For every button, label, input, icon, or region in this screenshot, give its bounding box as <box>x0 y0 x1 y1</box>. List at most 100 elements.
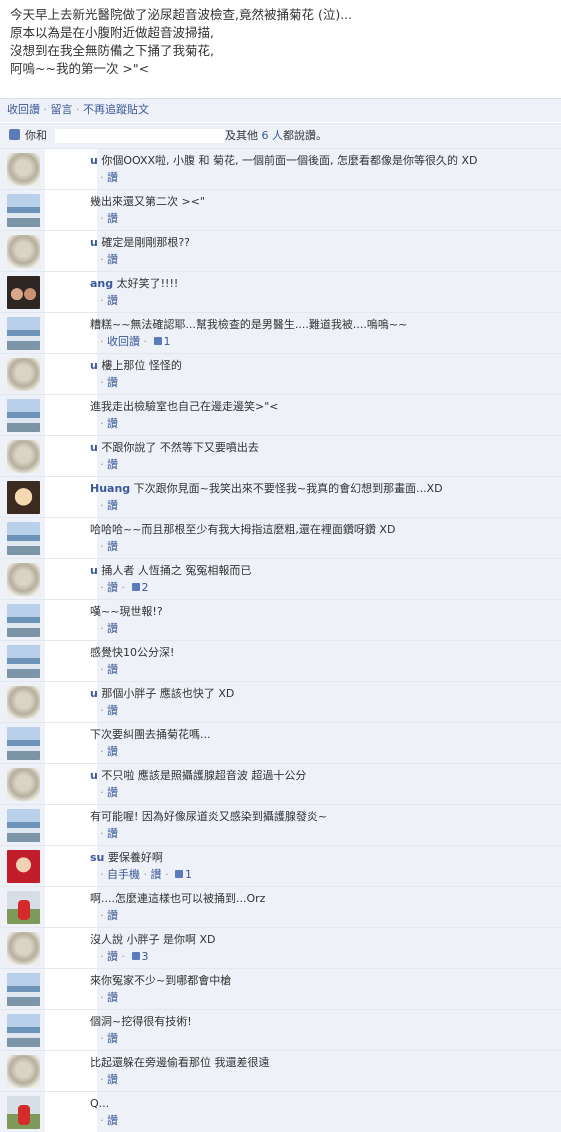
avatar[interactable] <box>7 235 40 268</box>
like-link[interactable]: 讚 <box>107 417 118 430</box>
like-count[interactable]: 1 <box>164 335 171 348</box>
like-link[interactable]: 讚 <box>107 212 118 225</box>
avatar[interactable] <box>7 891 40 924</box>
comment-meta: · 讚 <box>100 293 118 308</box>
avatar[interactable] <box>7 809 40 842</box>
comment-body: 下次要糾團去捅菊花嗎... <box>90 727 551 742</box>
avatar[interactable] <box>7 563 40 596</box>
separator-dot: · <box>100 212 107 225</box>
like-link[interactable]: 讚 <box>107 909 118 922</box>
comment-meta: · 讚 <box>100 826 118 841</box>
like-link[interactable]: 讚 <box>107 1114 118 1127</box>
avatar[interactable] <box>7 276 40 309</box>
like-link[interactable]: 讚 <box>151 868 162 881</box>
likes-and-others: 及其他 <box>225 129 258 142</box>
withdraw-like-link[interactable]: 收回讚 <box>7 103 40 116</box>
like-link[interactable]: 讚 <box>107 253 118 266</box>
comment-meta: · 讚 <box>100 744 118 759</box>
separator-dot: · <box>100 909 107 922</box>
avatar[interactable] <box>7 317 40 350</box>
comment-text: 要保養好啊 <box>107 851 163 864</box>
comment-meta: · 讚 <box>100 416 118 431</box>
comment-item: su 要保養好啊 · 自手機 · 讚 · 1 <box>0 845 561 886</box>
unfollow-link[interactable]: 不再追蹤貼文 <box>83 103 149 116</box>
comment-meta: · 讚 · 2 <box>100 580 149 595</box>
like-link[interactable]: 讚 <box>107 950 118 963</box>
like-link[interactable]: 讚 <box>107 704 118 717</box>
like-count[interactable]: 3 <box>142 950 149 963</box>
comment-body: 糟糕~~無法確認耶...幫我檢查的是男醫生....難道我被....嗚嗚~~ <box>90 317 551 332</box>
like-link[interactable]: 讚 <box>107 171 118 184</box>
separator-dot: · <box>100 950 107 963</box>
comment-body: 嘆~~現世報!? <box>90 604 551 619</box>
commenter-name[interactable]: u <box>90 687 98 700</box>
comment-item: Q... · 讚 <box>0 1091 561 1132</box>
avatar[interactable] <box>7 399 40 432</box>
commenter-name[interactable]: u <box>90 769 98 782</box>
like-link[interactable]: 讚 <box>107 663 118 676</box>
commenter-name[interactable]: Huang <box>90 482 130 495</box>
commenter-name[interactable]: u <box>90 359 98 372</box>
like-link[interactable]: 收回讚 <box>107 335 140 348</box>
like-link[interactable]: 讚 <box>107 376 118 389</box>
comment-item: u 你個OOXX啦, 小腹 和 菊花, 一個前面一個後面, 怎麼看都像是你等很久… <box>0 148 561 189</box>
like-count[interactable]: 2 <box>142 581 149 594</box>
avatar[interactable] <box>7 932 40 965</box>
thumbs-up-icon <box>9 129 20 140</box>
commenter-name[interactable]: su <box>90 851 104 864</box>
comment-meta: · 讚 <box>100 375 118 390</box>
like-link[interactable]: 讚 <box>107 1032 118 1045</box>
avatar[interactable] <box>7 973 40 1006</box>
avatar[interactable] <box>7 1096 40 1129</box>
avatar[interactable] <box>7 153 40 186</box>
avatar[interactable] <box>7 1055 40 1088</box>
like-link[interactable]: 讚 <box>107 786 118 799</box>
likes-count-link[interactable]: 6 人 <box>262 129 284 142</box>
separator-dot: · <box>140 335 151 348</box>
avatar[interactable] <box>7 481 40 514</box>
comment-item: ang 太好笑了!!!! · 讚 <box>0 271 561 312</box>
comment-item: u 確定是剛剛那根?? · 讚 <box>0 230 561 271</box>
like-link[interactable]: 讚 <box>107 745 118 758</box>
comment-meta: · 讚 <box>100 539 118 554</box>
avatar[interactable] <box>7 194 40 227</box>
avatar[interactable] <box>7 850 40 883</box>
commenter-name[interactable]: u <box>90 236 98 249</box>
avatar[interactable] <box>7 768 40 801</box>
separator-dot: · <box>100 868 107 881</box>
like-link[interactable]: 讚 <box>107 622 118 635</box>
avatar[interactable] <box>7 604 40 637</box>
like-link[interactable]: 讚 <box>107 499 118 512</box>
comment-item: u 不跟你說了 不然等下又要噴出去 · 讚 <box>0 435 561 476</box>
comment-body: ang 太好笑了!!!! <box>90 276 551 291</box>
mobile-source-label[interactable]: 自手機 <box>107 868 140 881</box>
like-count[interactable]: 1 <box>185 868 192 881</box>
avatar[interactable] <box>7 522 40 555</box>
commenter-name[interactable]: u <box>90 154 98 167</box>
commenter-name[interactable]: ang <box>90 277 113 290</box>
like-link[interactable]: 讚 <box>107 991 118 1004</box>
avatar[interactable] <box>7 1014 40 1047</box>
comment-item: 幾出來還又第二次 ><" · 讚 <box>0 189 561 230</box>
like-link[interactable]: 讚 <box>107 827 118 840</box>
avatar[interactable] <box>7 358 40 391</box>
commenter-name[interactable]: u <box>90 564 98 577</box>
like-link[interactable]: 讚 <box>107 581 118 594</box>
avatar[interactable] <box>7 686 40 719</box>
like-link[interactable]: 讚 <box>107 1073 118 1086</box>
avatar[interactable] <box>7 440 40 473</box>
like-link[interactable]: 讚 <box>107 294 118 307</box>
comment-text: 有可能喔! 因為好像尿道炎又感染到攝護腺發炎~ <box>90 810 328 823</box>
status-line: 阿嗚~~我的第一次 >"< <box>10 61 150 76</box>
comment-link[interactable]: 留言 <box>51 103 73 116</box>
comment-text: 糟糕~~無法確認耶...幫我檢查的是男醫生....難道我被....嗚嗚~~ <box>90 318 408 331</box>
avatar[interactable] <box>7 727 40 760</box>
like-link[interactable]: 讚 <box>107 458 118 471</box>
thumbs-up-icon <box>153 337 162 345</box>
separator-dot: · <box>100 171 107 184</box>
comment-meta: · 讚 <box>100 170 118 185</box>
avatar[interactable] <box>7 645 40 678</box>
like-link[interactable]: 讚 <box>107 540 118 553</box>
commenter-name[interactable]: u <box>90 441 98 454</box>
separator-dot: · <box>140 868 151 881</box>
